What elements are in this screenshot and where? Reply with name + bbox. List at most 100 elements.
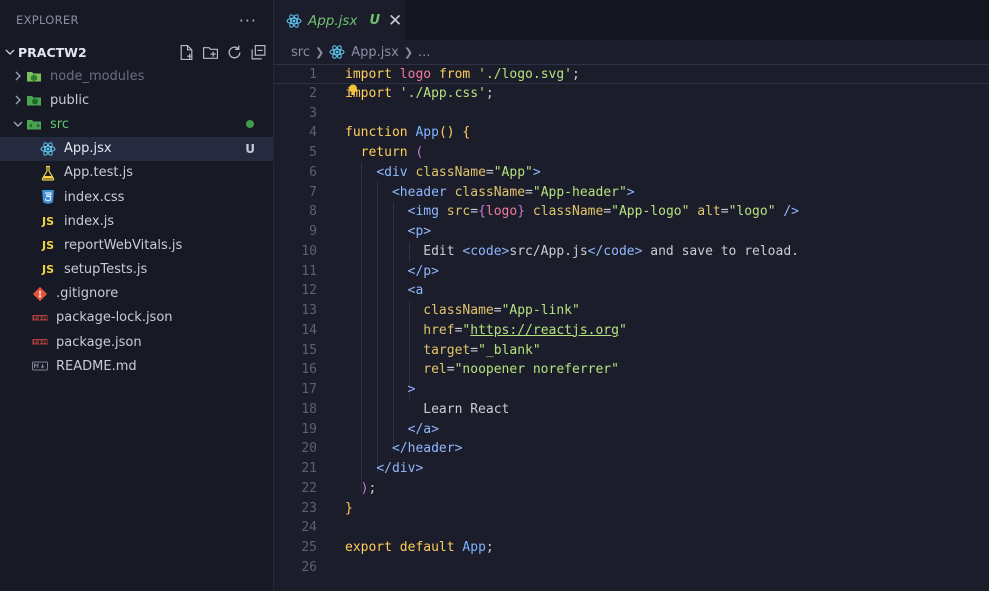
- code-token: Learn React: [345, 401, 510, 417]
- tree-item-gitignore[interactable]: .gitignore: [0, 282, 273, 306]
- code-text: }: [345, 499, 353, 519]
- code-line[interactable]: 22 );: [274, 479, 989, 499]
- code-line[interactable]: 18 Learn React: [274, 400, 989, 420]
- code-token: className: [532, 204, 604, 220]
- chevron-down-icon: [10, 119, 26, 129]
- code-token: className: [423, 303, 494, 318]
- file-tree: node_modules public src App.jsx U App.te…: [0, 64, 273, 378]
- tree-item-setup-tests[interactable]: JS setupTests.js: [0, 258, 273, 282]
- line-number: 19: [301, 421, 317, 437]
- tree-item-app-jsx[interactable]: App.jsx U: [0, 136, 273, 161]
- code-line[interactable]: 20 </header>: [274, 439, 989, 459]
- code-line[interactable]: 16 rel="noopener noreferrer": [274, 360, 989, 380]
- code-line[interactable]: 3: [274, 104, 989, 124]
- code-token: ;: [368, 480, 377, 496]
- tree-item-node-modules[interactable]: node_modules: [0, 64, 273, 88]
- code-editor[interactable]: 1 import logo from './logo.svg'; 2 import '…: [274, 64, 989, 591]
- code-line[interactable]: 7 <header className="App-header">: [274, 183, 989, 203]
- js-icon: JS: [41, 263, 54, 277]
- code-token: src: [446, 204, 471, 220]
- chevron-right-icon: [10, 71, 26, 81]
- breadcrumb-more[interactable]: ...: [418, 45, 430, 60]
- code-token: />: [783, 204, 800, 220]
- code-token: https://reactjs.org: [470, 322, 619, 338]
- code-token: logo: [399, 67, 439, 82]
- refresh-icon[interactable]: [226, 44, 243, 61]
- tree-item-index-css[interactable]: index.css: [0, 185, 273, 209]
- code-line[interactable]: 1 import logo from './logo.svg';: [274, 64, 989, 84]
- code-line[interactable]: 14 href="https://reactjs.org": [274, 321, 989, 341]
- tree-item-package-json[interactable]: package.json: [0, 330, 273, 354]
- code-token: =: [485, 164, 494, 180]
- code-line[interactable]: 4 function App() {: [274, 123, 989, 143]
- code-token: return: [360, 145, 416, 160]
- line-number: 12: [301, 283, 317, 299]
- code-line[interactable]: 17 >: [274, 380, 989, 400]
- new-file-icon[interactable]: [178, 44, 195, 61]
- code-text: rel="noopener noreferrer": [345, 360, 619, 380]
- line-number: 8: [309, 204, 317, 220]
- code-line[interactable]: 21 </div>: [274, 459, 989, 479]
- code-line[interactable]: 10 Edit <code>src/App.js</code> and save…: [274, 242, 989, 262]
- line-number: 26: [301, 559, 317, 575]
- line-number: 20: [301, 441, 317, 457]
- chevron-right-icon: [10, 95, 26, 105]
- line-number: 11: [301, 263, 317, 279]
- code-token: rel: [423, 362, 447, 378]
- line-number: 21: [301, 461, 317, 476]
- chevron-down-icon: [2, 47, 18, 57]
- tab-app-jsx[interactable]: App.jsx U ✕: [274, 0, 405, 40]
- more-actions-icon[interactable]: ···: [239, 11, 257, 30]
- tree-item-src[interactable]: src: [0, 112, 273, 136]
- tree-item-app-test-js[interactable]: App.test.js: [0, 161, 273, 185]
- code-token: src/App.js: [509, 243, 588, 259]
- code-line[interactable]: 2 import './App.css';: [274, 84, 989, 104]
- git-icon: [32, 286, 48, 302]
- collapse-all-icon[interactable]: [250, 44, 267, 61]
- code-line[interactable]: 23}: [274, 499, 989, 519]
- code-token: (: [415, 145, 424, 160]
- code-line[interactable]: 13 className="App-link": [274, 301, 989, 321]
- code-token: ;: [485, 540, 494, 555]
- project-actions: [178, 40, 267, 64]
- code-line[interactable]: 19 </a>: [274, 420, 989, 440]
- code-line[interactable]: 25 export default App;: [274, 538, 989, 558]
- breadcrumb-folder[interactable]: src: [291, 45, 310, 60]
- tree-item-readme[interactable]: README.md: [0, 354, 273, 378]
- line-number: 22: [301, 480, 317, 496]
- code-line[interactable]: 12 <a: [274, 281, 989, 301]
- line-number: 3: [309, 105, 317, 121]
- code-line[interactable]: 9 <p>: [274, 222, 989, 242]
- tree-item-index-js[interactable]: JS index.js: [0, 209, 273, 233]
- code-line[interactable]: 24: [274, 518, 989, 538]
- tree-item-package-lock[interactable]: package-lock.json: [0, 306, 273, 330]
- code-text: className="App-link": [345, 301, 580, 321]
- project-root[interactable]: PRACTW2: [0, 40, 273, 64]
- code-text: import logo from './logo.svg';: [345, 65, 580, 85]
- code-token: from: [438, 67, 479, 82]
- code-token: <a: [407, 283, 424, 299]
- tree-item-label: src: [50, 116, 69, 132]
- tree-item-public[interactable]: public: [0, 88, 273, 112]
- breadcrumb-file[interactable]: App.jsx: [351, 45, 399, 60]
- code-line[interactable]: 26: [274, 558, 989, 578]
- code-line[interactable]: 11 </p>: [274, 262, 989, 282]
- node-folder-icon: [26, 68, 42, 84]
- code-token: ;: [572, 67, 580, 82]
- npm-icon: [32, 334, 48, 350]
- code-text: );: [345, 479, 377, 499]
- code-token: "App": [493, 164, 533, 180]
- new-folder-icon[interactable]: [202, 44, 219, 61]
- npm-icon: [32, 310, 48, 326]
- code-line[interactable]: 8 <img src={logo} className="App-logo" a…: [274, 202, 989, 222]
- tree-item-report-web-vitals[interactable]: JS reportWebVitals.js: [0, 233, 273, 257]
- close-icon[interactable]: ✕: [388, 11, 402, 31]
- code-line[interactable]: 15 target="_blank": [274, 341, 989, 361]
- code-line[interactable]: 5 return (: [274, 143, 989, 163]
- code-line[interactable]: 6 <div className="App">: [274, 163, 989, 183]
- line-number: 18: [301, 401, 317, 417]
